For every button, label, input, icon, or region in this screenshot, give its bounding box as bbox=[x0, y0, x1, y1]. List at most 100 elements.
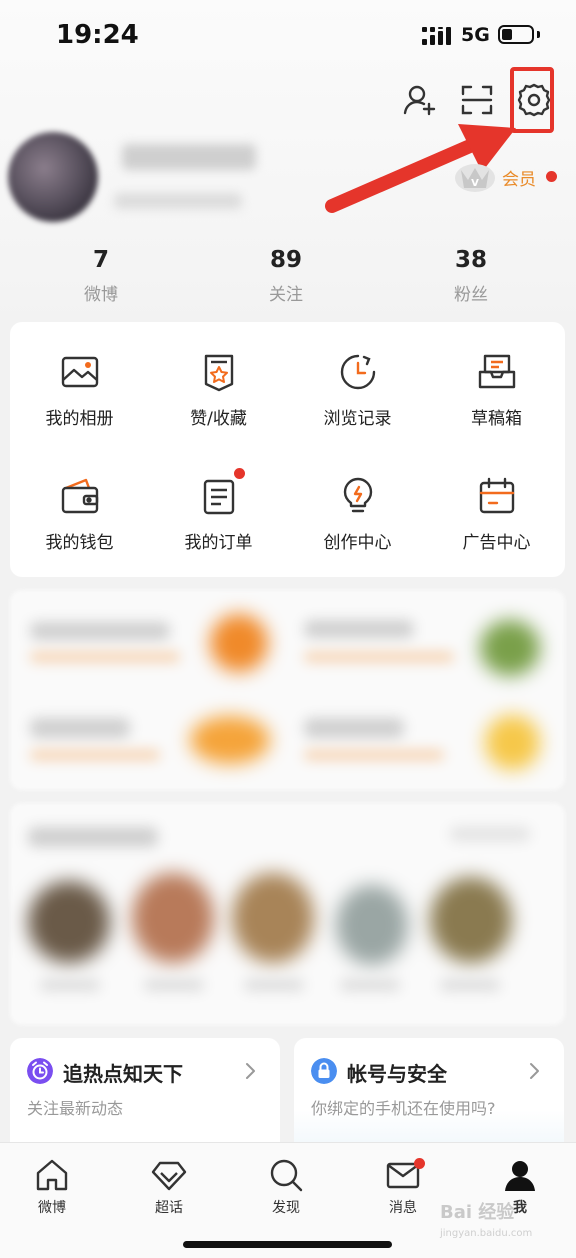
grid-item-photo-album[interactable]: 我的相册 bbox=[10, 322, 149, 432]
blur-block bbox=[28, 881, 110, 963]
blur-block bbox=[304, 750, 444, 760]
card-title: 追热点知天下 bbox=[63, 1062, 183, 1086]
photo-album-icon bbox=[61, 356, 99, 388]
tab-super-topic[interactable]: 超话 bbox=[129, 1157, 209, 1217]
promo-card-blurred[interactable] bbox=[10, 590, 565, 790]
cellular-signal-icon bbox=[422, 27, 451, 45]
blur-block bbox=[132, 873, 214, 963]
grid-item-label: 我的相册 bbox=[45, 409, 114, 429]
card-subtitle: 关注最新动态 bbox=[27, 1099, 124, 1118]
stat-value: 38 bbox=[454, 247, 487, 273]
network-type: 5G bbox=[461, 24, 490, 46]
blur-block bbox=[30, 718, 130, 738]
home-indicator bbox=[183, 1241, 392, 1248]
blur-block bbox=[304, 620, 414, 638]
grid-item-label: 我的订单 bbox=[184, 533, 253, 553]
grid-item-label: 广告中心 bbox=[462, 533, 531, 553]
blur-block bbox=[210, 614, 268, 672]
tab-weibo[interactable]: 微博 bbox=[12, 1157, 92, 1217]
card-title: 帐号与安全 bbox=[347, 1062, 447, 1086]
grid-item-ad-center[interactable]: 广告中心 bbox=[427, 446, 566, 556]
stat-weibo[interactable]: 7 微博 bbox=[41, 246, 161, 305]
blur-block bbox=[450, 827, 530, 841]
shortcut-grid: 我的相册 赞/收藏 浏览记录 草稿箱 我的钱包 我的订单 创作中心 广告中心 bbox=[10, 322, 565, 577]
history-icon bbox=[340, 354, 376, 390]
avatar[interactable] bbox=[8, 132, 98, 222]
tab-label: 消息 bbox=[389, 1200, 417, 1216]
tab-discover[interactable]: 发现 bbox=[246, 1157, 326, 1217]
battery-icon bbox=[498, 25, 534, 44]
status-bar: 19:24 5G bbox=[0, 0, 576, 70]
annotation-arrow bbox=[325, 124, 516, 213]
blur-block bbox=[28, 827, 158, 847]
chevron-right-icon bbox=[530, 1063, 539, 1079]
orders-notification-dot bbox=[234, 468, 245, 479]
blur-block bbox=[40, 979, 100, 991]
stat-value: 89 bbox=[269, 247, 302, 273]
grid-item-orders[interactable]: 我的订单 bbox=[149, 446, 288, 556]
svg-text:V: V bbox=[471, 178, 479, 189]
watermark-url: jingyan.baidu.com bbox=[440, 1228, 533, 1239]
grid-item-creator-center[interactable]: 创作中心 bbox=[288, 446, 427, 556]
blur-block bbox=[440, 979, 500, 991]
tab-label: 发现 bbox=[272, 1200, 300, 1216]
blur-block bbox=[30, 622, 170, 640]
chevron-right-icon bbox=[246, 1063, 255, 1079]
tab-label: 微博 bbox=[38, 1200, 66, 1216]
blur-block bbox=[190, 716, 270, 764]
favorites-icon bbox=[204, 354, 234, 392]
blur-block bbox=[480, 620, 540, 676]
grid-item-drafts[interactable]: 草稿箱 bbox=[427, 322, 566, 432]
tab-messages[interactable]: 消息 bbox=[363, 1157, 443, 1217]
lightbulb-icon bbox=[343, 477, 373, 513]
blur-block bbox=[485, 715, 540, 770]
username-redacted[interactable] bbox=[122, 144, 256, 170]
stat-following[interactable]: 89 关注 bbox=[226, 246, 346, 305]
stat-followers[interactable]: 38 粉丝 bbox=[411, 246, 531, 305]
status-time: 19:24 bbox=[56, 20, 139, 50]
vip-notification-dot bbox=[546, 171, 557, 182]
vip-label[interactable]: 会员 bbox=[502, 165, 536, 190]
home-icon bbox=[36, 1159, 68, 1191]
grid-item-wallet[interactable]: 我的钱包 bbox=[10, 446, 149, 556]
blur-block bbox=[30, 652, 180, 662]
recommend-card-blurred[interactable] bbox=[10, 803, 565, 1025]
stat-label: 粉丝 bbox=[454, 285, 488, 305]
diamond-icon bbox=[151, 1161, 187, 1191]
wallet-icon bbox=[61, 478, 99, 514]
grid-item-label: 创作中心 bbox=[323, 533, 392, 553]
grid-item-label: 草稿箱 bbox=[471, 409, 522, 429]
blur-block bbox=[244, 979, 304, 991]
blur-block bbox=[430, 877, 512, 963]
trending-card[interactable]: 追热点知天下 关注最新动态 bbox=[10, 1038, 280, 1158]
watermark: Bai 经验 bbox=[440, 1202, 515, 1223]
blur-block bbox=[232, 873, 314, 963]
blur-block bbox=[340, 979, 400, 991]
grid-item-history[interactable]: 浏览记录 bbox=[288, 322, 427, 432]
grid-item-label: 赞/收藏 bbox=[190, 409, 247, 429]
blur-block bbox=[304, 652, 454, 662]
blur-block bbox=[336, 885, 408, 965]
orders-icon bbox=[203, 479, 235, 515]
lock-icon bbox=[311, 1058, 337, 1084]
account-security-card[interactable]: 帐号与安全 你绑定的手机还在使用吗? bbox=[294, 1038, 564, 1158]
drafts-icon bbox=[478, 354, 516, 389]
search-icon bbox=[270, 1159, 303, 1192]
grid-item-label: 我的钱包 bbox=[45, 533, 114, 553]
vip-crown-icon[interactable]: V bbox=[452, 160, 498, 194]
blur-block bbox=[30, 750, 160, 760]
alarm-clock-icon bbox=[27, 1058, 53, 1084]
grid-item-favorites[interactable]: 赞/收藏 bbox=[149, 322, 288, 432]
stat-label: 关注 bbox=[269, 285, 303, 305]
calendar-icon bbox=[479, 477, 515, 514]
battery-level bbox=[502, 29, 512, 40]
card-subtitle: 你绑定的手机还在使用吗? bbox=[311, 1099, 496, 1118]
stat-label: 微博 bbox=[84, 285, 118, 305]
blur-block bbox=[144, 979, 204, 991]
battery-tip bbox=[537, 31, 540, 38]
blur-block bbox=[304, 718, 404, 738]
stat-value: 7 bbox=[92, 247, 109, 273]
messages-notification-dot bbox=[414, 1158, 425, 1169]
tab-label: 超话 bbox=[155, 1200, 183, 1216]
profile-icon bbox=[505, 1161, 535, 1191]
